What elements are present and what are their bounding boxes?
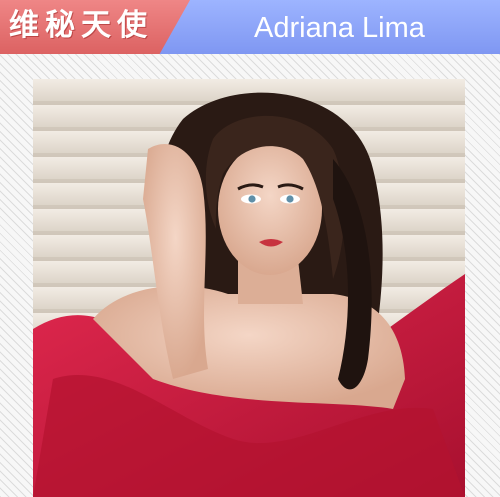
banner-chinese-title: 维秘天使 [9, 8, 153, 43]
portrait-photo [33, 79, 465, 497]
header-banner: 维秘天使 Adriana Lima [0, 0, 500, 54]
left-iris [248, 195, 256, 203]
right-iris [286, 195, 294, 203]
banner-name-title: Adriana Lima [254, 12, 425, 44]
